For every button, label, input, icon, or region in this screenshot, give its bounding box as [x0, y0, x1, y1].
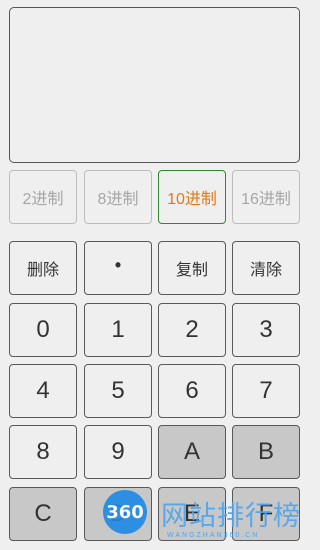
dot-button[interactable]: •	[84, 241, 152, 295]
watermark-text: 网站排行榜	[161, 501, 301, 531]
key-4[interactable]: 4	[9, 364, 77, 418]
key-0[interactable]: 0	[9, 303, 77, 357]
key-2[interactable]: 2	[158, 303, 226, 357]
key-3[interactable]: 3	[232, 303, 300, 357]
key-c[interactable]: C	[9, 487, 77, 541]
delete-button[interactable]: 删除	[9, 241, 77, 295]
clear-button[interactable]: 清除	[232, 241, 300, 295]
key-8[interactable]: 8	[9, 425, 77, 479]
key-5[interactable]: 5	[84, 364, 152, 418]
watermark: 360 网站排行榜 WANGZHAN360.CN	[97, 486, 309, 550]
base-octal-button[interactable]: 8进制	[84, 170, 152, 224]
base-binary-button[interactable]: 2进制	[9, 170, 77, 224]
key-a[interactable]: A	[158, 425, 226, 479]
base-decimal-button[interactable]: 10进制	[158, 170, 226, 224]
watermark-logo-icon: 360	[103, 490, 147, 534]
dot-label: •	[114, 254, 122, 275]
watermark-logo-text: 360	[106, 501, 144, 523]
copy-button[interactable]: 复制	[158, 241, 226, 295]
result-display	[9, 7, 300, 163]
key-b[interactable]: B	[232, 425, 300, 479]
calculator-app: 2进制 8进制 10进制 16进制 删除 • 复制 清除 0 1 2 3 4 5…	[0, 0, 309, 550]
watermark-subtext: WANGZHAN360.CN	[167, 532, 260, 539]
key-9[interactable]: 9	[84, 425, 152, 479]
key-1[interactable]: 1	[84, 303, 152, 357]
base-hex-button[interactable]: 16进制	[232, 170, 300, 224]
key-6[interactable]: 6	[158, 364, 226, 418]
key-7[interactable]: 7	[232, 364, 300, 418]
